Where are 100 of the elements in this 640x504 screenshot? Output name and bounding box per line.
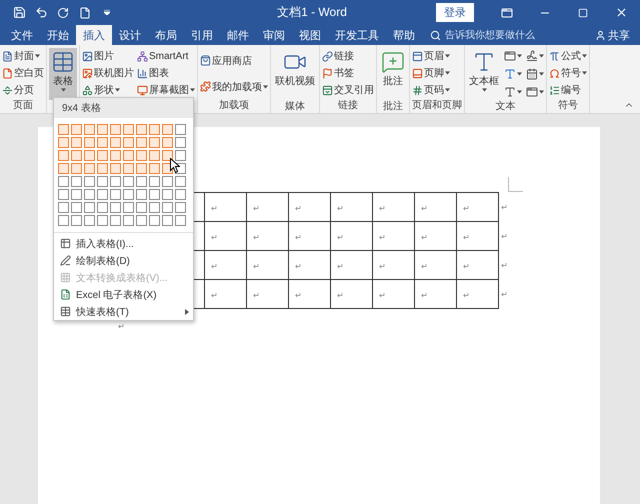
- grid-cell[interactable]: [149, 189, 160, 200]
- grid-cell[interactable]: [162, 215, 173, 226]
- ribbon-button[interactable]: 表格: [49, 48, 77, 100]
- grid-cell[interactable]: [97, 150, 108, 161]
- grid-cell[interactable]: [175, 150, 186, 161]
- grid-cell[interactable]: [136, 215, 147, 226]
- grid-cell[interactable]: [123, 202, 134, 213]
- search-field[interactable]: 告诉我你想要做什么: [430, 25, 535, 45]
- grid-cell[interactable]: [175, 189, 186, 200]
- grid-cell[interactable]: [123, 124, 134, 135]
- grid-cell[interactable]: [84, 137, 95, 148]
- grid-cell[interactable]: [97, 189, 108, 200]
- ribbon-button[interactable]: 符号: [549, 65, 587, 81]
- grid-cell[interactable]: [58, 176, 69, 187]
- grid-cell[interactable]: [71, 176, 82, 187]
- grid-cell[interactable]: [136, 202, 147, 213]
- grid-cell[interactable]: [97, 215, 108, 226]
- ribbon-button[interactable]: 交叉引用: [322, 82, 374, 98]
- grid-cell[interactable]: [162, 137, 173, 148]
- grid-cell[interactable]: [84, 215, 95, 226]
- grid-cell[interactable]: [84, 176, 95, 187]
- ribbon-tab[interactable]: 布局: [148, 25, 184, 45]
- grid-cell[interactable]: [123, 189, 134, 200]
- ribbon-tab[interactable]: 帮助: [386, 25, 422, 45]
- grid-cell[interactable]: [175, 176, 186, 187]
- grid-cell[interactable]: [149, 137, 160, 148]
- ribbon-tab[interactable]: 文件: [4, 25, 40, 45]
- grid-cell[interactable]: [136, 176, 147, 187]
- grid-cell[interactable]: [97, 202, 108, 213]
- ribbon-button[interactable]: 屏幕截图: [137, 82, 195, 98]
- grid-cell[interactable]: [110, 150, 121, 161]
- ribbon-tab[interactable]: 引用: [184, 25, 220, 45]
- grid-cell[interactable]: [149, 176, 160, 187]
- grid-cell[interactable]: [149, 124, 160, 135]
- grid-cell[interactable]: [136, 163, 147, 174]
- ribbon-button[interactable]: 公式: [549, 48, 587, 64]
- grid-cell[interactable]: [71, 124, 82, 135]
- grid-cell[interactable]: [123, 163, 134, 174]
- ribbon-button[interactable]: [526, 66, 544, 82]
- ribbon-button[interactable]: 页脚: [412, 65, 450, 81]
- grid-cell[interactable]: [110, 176, 121, 187]
- grid-cell[interactable]: [110, 163, 121, 174]
- grid-cell[interactable]: [149, 215, 160, 226]
- grid-cell[interactable]: [71, 163, 82, 174]
- grid-cell[interactable]: [71, 202, 82, 213]
- grid-cell[interactable]: [71, 150, 82, 161]
- grid-cell[interactable]: [149, 202, 160, 213]
- grid-cell[interactable]: [123, 137, 134, 148]
- ribbon-tab[interactable]: 邮件: [220, 25, 256, 45]
- grid-cell[interactable]: [149, 163, 160, 174]
- grid-cell[interactable]: [110, 202, 121, 213]
- ribbon-button[interactable]: 空白页: [2, 65, 44, 81]
- ribbon-button[interactable]: 图片: [82, 48, 134, 64]
- grid-cell[interactable]: [162, 150, 173, 161]
- menu-item[interactable]: 绘制表格(D): [54, 252, 193, 269]
- menu-item[interactable]: Excel 电子表格(X): [54, 286, 193, 303]
- grid-cell[interactable]: [97, 176, 108, 187]
- grid-cell[interactable]: [58, 189, 69, 200]
- grid-cell[interactable]: [84, 150, 95, 161]
- grid-cell[interactable]: [58, 202, 69, 213]
- grid-cell[interactable]: [110, 215, 121, 226]
- ribbon-tab[interactable]: 开始: [40, 25, 76, 45]
- grid-cell[interactable]: [84, 124, 95, 135]
- grid-cell[interactable]: [123, 176, 134, 187]
- grid-cell[interactable]: [175, 202, 186, 213]
- grid-cell[interactable]: [175, 215, 186, 226]
- grid-cell[interactable]: [71, 215, 82, 226]
- ribbon-tab[interactable]: 设计: [112, 25, 148, 45]
- grid-cell[interactable]: [123, 215, 134, 226]
- ribbon-tab[interactable]: 审阅: [256, 25, 292, 45]
- menu-item[interactable]: 插入表格(I)...: [54, 235, 193, 252]
- ribbon-button[interactable]: 联机视频: [273, 48, 317, 100]
- grid-cell[interactable]: [97, 124, 108, 135]
- grid-cell[interactable]: [110, 124, 121, 135]
- grid-cell[interactable]: [149, 150, 160, 161]
- ribbon-tab[interactable]: 插入: [76, 25, 112, 45]
- share-button[interactable]: 共享: [595, 25, 630, 45]
- grid-cell[interactable]: [136, 189, 147, 200]
- ribbon-button[interactable]: 链接: [322, 48, 374, 64]
- grid-cell[interactable]: [84, 189, 95, 200]
- ribbon-tab[interactable]: 开发工具: [328, 25, 386, 45]
- grid-cell[interactable]: [58, 163, 69, 174]
- grid-cell[interactable]: [110, 137, 121, 148]
- ribbon-button[interactable]: 页码: [412, 82, 450, 98]
- ribbon-button[interactable]: [526, 48, 544, 64]
- ribbon-button[interactable]: 书签: [322, 65, 374, 81]
- grid-cell[interactable]: [71, 189, 82, 200]
- ribbon-button[interactable]: 形状: [82, 82, 134, 98]
- grid-cell[interactable]: [162, 124, 173, 135]
- ribbon-button[interactable]: 联机图片: [82, 65, 134, 81]
- ribbon-button[interactable]: 应用商店: [200, 52, 268, 68]
- grid-cell[interactable]: [175, 137, 186, 148]
- grid-cell[interactable]: [97, 163, 108, 174]
- grid-cell[interactable]: [136, 137, 147, 148]
- grid-cell[interactable]: [162, 202, 173, 213]
- ribbon-button[interactable]: 封面: [2, 48, 44, 64]
- ribbon-button[interactable]: 页眉: [412, 48, 450, 64]
- grid-cell[interactable]: [162, 176, 173, 187]
- grid-cell[interactable]: [71, 137, 82, 148]
- grid-cell[interactable]: [58, 150, 69, 161]
